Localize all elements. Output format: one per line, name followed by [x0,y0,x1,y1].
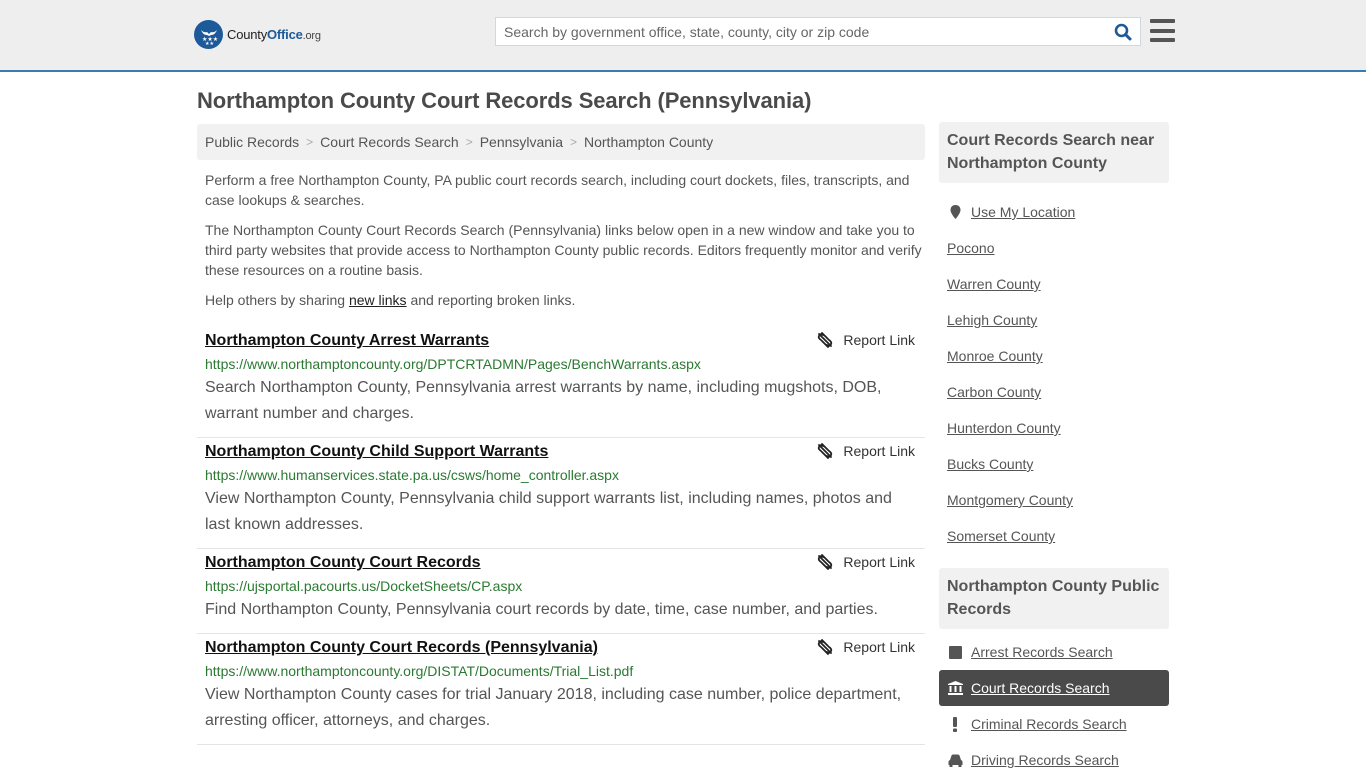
nearby-list: Use My Location Pocono Warren County Leh… [939,183,1169,554]
breadcrumb-public-records[interactable]: Public Records [205,134,299,150]
breadcrumb: Public Records > Court Records Search > … [197,124,925,160]
broken-link-icon [818,332,833,348]
result-url: https://www.northamptoncounty.org/DISTAT… [205,663,634,679]
result-title-link[interactable]: Northampton County Court Records [205,553,481,573]
report-link-label: Report Link [843,554,915,570]
breadcrumb-separator: > [465,135,473,149]
result-url: https://www.humanservices.state.pa.us/cs… [205,467,619,483]
report-link-label: Report Link [843,332,915,348]
result-title-link[interactable]: Northampton County Arrest Warrants [205,331,489,351]
breadcrumb-separator: > [569,135,577,149]
report-link-button[interactable]: Report Link [817,639,915,655]
nearby-link-pocono[interactable]: Pocono [947,240,994,256]
court-records-search-link[interactable]: Court Records Search [971,680,1110,696]
public-records-item: Criminal Records Search [939,706,1169,742]
public-records-item: Driving Records Search [939,742,1169,778]
nearby-link-carbon-county[interactable]: Carbon County [947,384,1041,400]
arrest-records-search-link[interactable]: Arrest Records Search [971,644,1113,660]
breadcrumb-pennsylvania[interactable]: Pennsylvania [480,134,563,150]
result-title-link[interactable]: Northampton County Child Support Warrant… [205,442,548,462]
nearby-item: Warren County [939,266,1169,302]
intro-paragraph-3: Help others by sharing new links and rep… [205,292,576,308]
menu-icon-bar [1150,38,1175,42]
result-description: View Northampton County, Pennsylvania ch… [205,490,892,533]
nearby-item: Somerset County [939,518,1169,554]
nearby-link-bucks-county[interactable]: Bucks County [947,456,1033,472]
search-icon [1114,23,1132,40]
intro-text: Perform a free Northampton County, PA pu… [205,170,923,320]
use-my-location-link[interactable]: Use My Location [971,204,1075,220]
nearby-link-monroe-county[interactable]: Monroe County [947,348,1043,364]
driving-records-search-link[interactable]: Driving Records Search [971,752,1119,768]
result-url: https://www.northamptoncounty.org/DPTCRT… [205,356,701,372]
broken-link-icon [818,639,833,655]
nearby-item: Montgomery County [939,482,1169,518]
broken-link-icon [818,443,833,459]
exclamation-icon [947,716,963,732]
nearby-link-somerset-county[interactable]: Somerset County [947,528,1055,544]
breadcrumb-separator: > [306,135,314,149]
breadcrumb-court-records-search[interactable]: Court Records Search [320,134,459,150]
public-records-heading: Northampton County Public Records [939,568,1169,629]
result-description: Find Northampton County, Pennsylvania co… [205,601,878,618]
nearby-heading: Court Records Search near Northampton Co… [939,122,1169,183]
report-link-button[interactable]: Report Link [817,554,915,570]
result-description: Search Northampton County, Pennsylvania … [205,379,882,422]
result-url: https://ujsportal.pacourts.us/DocketShee… [205,578,523,594]
page-title: Northampton County Court Records Search … [197,88,812,113]
public-records-item-active: Court Records Search [939,670,1169,706]
result-title-link[interactable]: Northampton County Court Records (Pennsy… [205,638,598,658]
report-link-label: Report Link [843,443,915,459]
site-header: ★★★ ★★ CountyOffice.org [0,0,1366,72]
new-links-link[interactable]: new links [349,292,407,308]
intro-paragraph-1: Perform a free Northampton County, PA pu… [205,172,910,208]
public-records-list: Arrest Records Search Court Records Sear… [939,629,1169,778]
logo-eagle-icon: ★★★ ★★ [194,20,223,49]
nearby-item: Pocono [939,230,1169,266]
result-item: Northampton County Court Records Report … [197,549,925,634]
courthouse-icon [947,681,963,695]
hamburger-menu-button[interactable] [1150,19,1175,42]
public-records-section: Northampton County Public Records Arrest… [939,568,1169,778]
map-marker-icon [947,205,963,219]
result-item: Northampton County Court Records (Pennsy… [197,634,925,745]
svg-text:★★: ★★ [205,41,214,46]
nearby-link-warren-county[interactable]: Warren County [947,276,1041,292]
sidebar: Court Records Search near Northampton Co… [939,122,1169,778]
site-logo[interactable]: ★★★ ★★ CountyOffice.org [194,20,321,49]
search-box [495,17,1141,46]
nearby-link-montgomery-county[interactable]: Montgomery County [947,492,1073,508]
result-description: View Northampton County cases for trial … [205,686,902,729]
search-input[interactable] [496,18,1106,45]
menu-icon-bar [1150,19,1175,23]
results-list: Northampton County Arrest Warrants Repor… [197,327,925,745]
nearby-link-hunterdon-county[interactable]: Hunterdon County [947,420,1061,436]
criminal-records-search-link[interactable]: Criminal Records Search [971,716,1127,732]
menu-icon-bar [1150,28,1175,33]
report-link-button[interactable]: Report Link [817,443,915,459]
nearby-item: Bucks County [939,446,1169,482]
broken-link-icon [818,554,833,570]
intro-paragraph-2: The Northampton County Court Records Sea… [205,222,922,278]
nearby-link-lehigh-county[interactable]: Lehigh County [947,312,1037,328]
public-records-item: Arrest Records Search [939,634,1169,670]
breadcrumb-northampton-county[interactable]: Northampton County [584,134,713,150]
car-icon [947,754,963,767]
nearby-item: Lehigh County [939,302,1169,338]
result-item: Northampton County Child Support Warrant… [197,438,925,549]
nearby-item: Carbon County [939,374,1169,410]
report-link-button[interactable]: Report Link [817,332,915,348]
result-item: Northampton County Arrest Warrants Repor… [197,327,925,438]
square-icon [947,645,963,659]
nearby-item: Hunterdon County [939,410,1169,446]
report-link-label: Report Link [843,639,915,655]
search-button[interactable] [1106,18,1140,45]
nearby-item: Monroe County [939,338,1169,374]
logo-text: CountyOffice.org [227,27,321,42]
use-my-location-item: Use My Location [939,194,1169,230]
